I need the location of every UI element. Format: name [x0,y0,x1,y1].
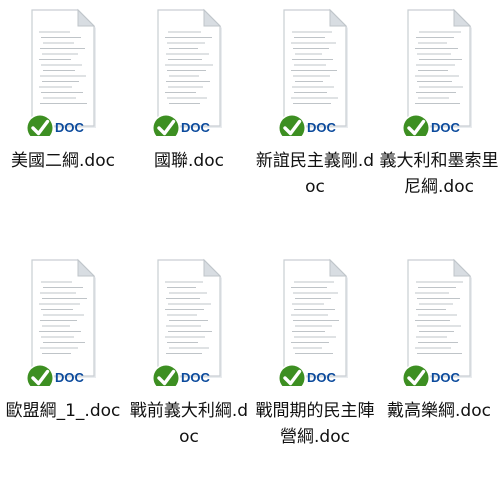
doc-type-label: DOC [431,370,461,385]
file-item[interactable]: DOC 國聯.doc [126,0,252,230]
file-name-label: 義大利和墨索里尼綱.doc [379,151,499,197]
doc-page-graphic: DOC [152,8,222,136]
doc-page-graphic: DOC [26,8,96,136]
doc-file-icon: DOC [148,256,226,386]
page-sheet [157,259,221,377]
file-name-label: 戰間期的民主陣營綱.doc [255,401,375,447]
doc-file-icon: DOC [398,6,476,136]
file-name-label: 歐盟綱_1_.doc [5,401,121,421]
page-sheet [407,9,471,127]
doc-type-label: DOC [431,120,461,135]
page-fold [77,258,96,277]
doc-file-icon: DOC [274,6,352,136]
page-fold [203,258,222,277]
page-sheet [283,9,347,127]
file-item[interactable]: DOC 戰間期的民主陣營綱.doc [252,250,378,480]
file-item[interactable]: DOC 義大利和墨索里尼綱.doc [376,0,502,230]
doc-file-icon: DOC [22,256,100,386]
page-fold [329,8,348,27]
doc-type-label: DOC [181,120,211,135]
file-item[interactable]: DOC 戴高樂綱.doc [376,250,502,480]
file-name-label: 美國二綱.doc [11,151,115,171]
doc-page-graphic: DOC [152,258,222,386]
doc-type-label: DOC [55,120,85,135]
doc-page-graphic: DOC [402,258,472,386]
doc-page-graphic: DOC [278,258,348,386]
page-sheet [283,259,347,377]
page-sheet [407,259,471,377]
file-name-label: 戴高樂綱.doc [387,401,491,421]
doc-page-graphic: DOC [402,8,472,136]
file-grid: DOC 美國二綱.doc DOC 國聯.doc DOC 新誼民主義剛.doc D… [0,0,502,481]
doc-file-icon: DOC [22,6,100,136]
file-item[interactable]: DOC 戰前義大利綱.doc [126,250,252,480]
file-item[interactable]: DOC 美國二綱.doc [0,0,126,230]
file-name-label: 新誼民主義剛.doc [255,151,375,197]
page-sheet [31,9,95,127]
page-sheet [31,259,95,377]
page-fold [203,8,222,27]
file-item[interactable]: DOC 新誼民主義剛.doc [252,0,378,230]
file-item[interactable]: DOC 歐盟綱_1_.doc [0,250,126,480]
file-name-label: 戰前義大利綱.doc [129,401,249,447]
page-sheet [157,9,221,127]
doc-type-label: DOC [55,370,85,385]
page-fold [453,8,472,27]
page-fold [329,258,348,277]
page-fold [77,8,96,27]
doc-page-graphic: DOC [278,8,348,136]
doc-page-graphic: DOC [26,258,96,386]
doc-file-icon: DOC [398,256,476,386]
page-fold [453,258,472,277]
doc-file-icon: DOC [274,256,352,386]
doc-file-icon: DOC [148,6,226,136]
file-name-label: 國聯.doc [154,151,224,171]
doc-type-label: DOC [181,370,211,385]
doc-type-label: DOC [307,370,337,385]
doc-type-label: DOC [307,120,337,135]
